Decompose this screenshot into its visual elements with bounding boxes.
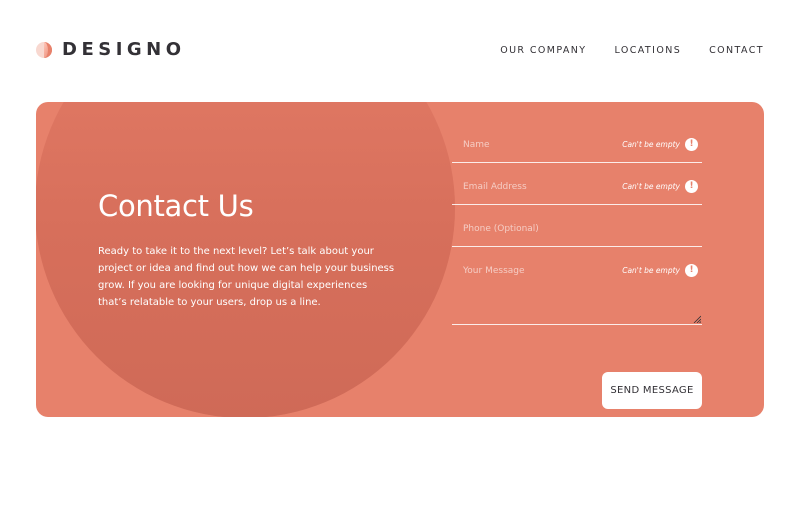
resize-handle-icon[interactable] — [693, 315, 701, 323]
page-title: Contact Us — [98, 189, 254, 223]
contact-form: Can't be empty ! Can't be empty ! Can't … — [452, 130, 702, 409]
nav-contact[interactable]: CONTACT — [709, 46, 764, 56]
main-nav: OUR COMPANY LOCATIONS CONTACT — [500, 46, 764, 56]
name-field-wrapper: Can't be empty ! — [452, 130, 702, 163]
error-message: Can't be empty — [622, 182, 680, 191]
exclamation-icon: ! — [685, 264, 698, 277]
email-error: Can't be empty ! — [622, 180, 698, 193]
name-field[interactable] — [463, 140, 613, 150]
error-message: Can't be empty — [622, 266, 680, 275]
error-message: Can't be empty — [622, 140, 680, 149]
brand-name: DESIGNO — [62, 39, 186, 60]
phone-field-wrapper — [452, 214, 702, 247]
message-field-wrapper: Can't be empty ! — [452, 256, 702, 325]
contact-card: Contact Us Ready to take it to the next … — [36, 102, 764, 417]
exclamation-icon: ! — [685, 138, 698, 151]
name-error: Can't be empty ! — [622, 138, 698, 151]
site-header: DESIGNO OUR COMPANY LOCATIONS CONTACT — [0, 0, 800, 102]
contact-description: Ready to take it to the next level? Let’… — [98, 246, 395, 308]
message-error: Can't be empty ! — [622, 264, 698, 277]
half-circle-logo-icon — [36, 42, 52, 58]
nav-locations[interactable]: LOCATIONS — [614, 46, 681, 56]
email-field-wrapper: Can't be empty ! — [452, 172, 702, 205]
email-field[interactable] — [463, 182, 613, 192]
send-message-button[interactable]: SEND MESSAGE — [602, 372, 702, 409]
exclamation-icon: ! — [685, 180, 698, 193]
nav-our-company[interactable]: OUR COMPANY — [500, 46, 586, 56]
logo[interactable]: DESIGNO — [36, 41, 186, 59]
phone-field[interactable] — [463, 224, 613, 234]
